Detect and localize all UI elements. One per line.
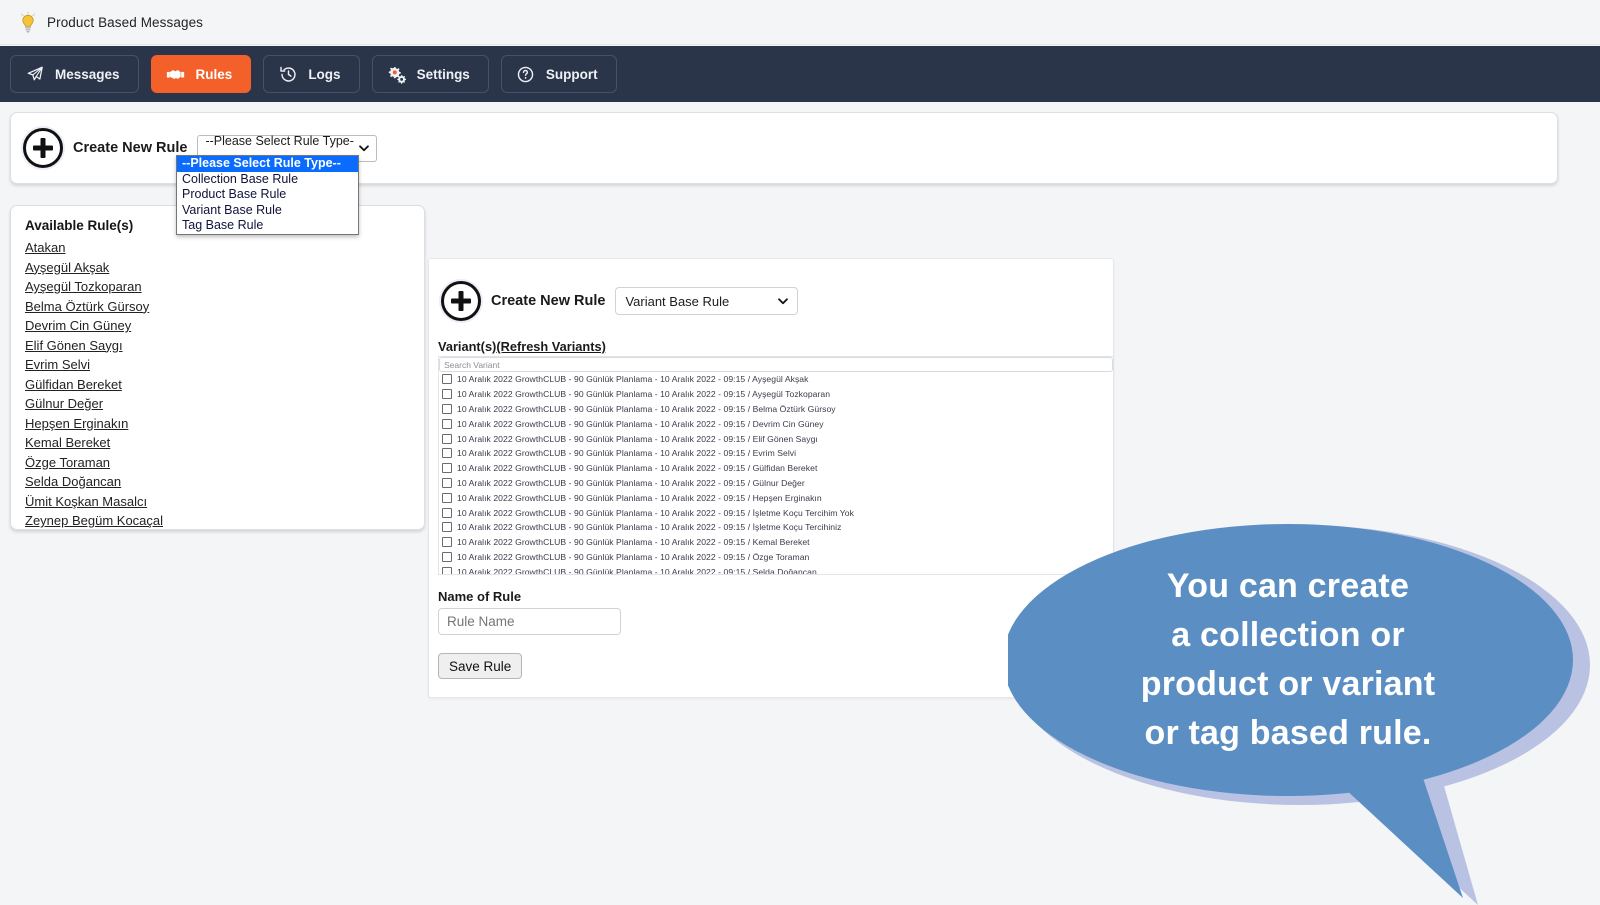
variant-label: 10 Aralık 2022 GrowthCLUB - 90 Günlük Pl… [457, 567, 817, 575]
variant-row[interactable]: 10 Aralık 2022 GrowthCLUB - 90 Günlük Pl… [439, 476, 1113, 491]
available-rule-link[interactable]: Ayşegül Akşak [25, 258, 109, 278]
handshake-icon [166, 64, 186, 84]
rule-type-option-list[interactable]: --Please Select Rule Type-- Collection B… [176, 155, 359, 235]
nav-item-label: Messages [55, 67, 120, 82]
variant-label: 10 Aralık 2022 GrowthCLUB - 90 Günlük Pl… [457, 463, 817, 473]
variant-label: 10 Aralık 2022 GrowthCLUB - 90 Günlük Pl… [457, 508, 854, 518]
available-rule-link[interactable]: Kemal Bereket [25, 433, 110, 453]
chevron-down-icon [777, 295, 789, 307]
variant-checkbox[interactable] [442, 463, 452, 473]
window-title: Product Based Messages [47, 15, 203, 30]
variant-label: 10 Aralık 2022 GrowthCLUB - 90 Günlük Pl… [457, 448, 796, 458]
variants-label: Variant(s) [438, 339, 496, 354]
variant-label: 10 Aralık 2022 GrowthCLUB - 90 Günlük Pl… [457, 404, 836, 414]
rule-type-option[interactable]: Tag Base Rule [177, 218, 358, 234]
rule-name-input[interactable] [438, 608, 621, 635]
variant-checkbox[interactable] [442, 493, 452, 503]
rule-type-option[interactable]: Variant Base Rule [177, 203, 358, 219]
available-rule-link[interactable]: Belma Öztürk Gürsoy [25, 297, 149, 317]
paper-plane-icon [25, 64, 45, 84]
gears-icon [387, 64, 407, 84]
variant-label: 10 Aralık 2022 GrowthCLUB - 90 Günlük Pl… [457, 419, 824, 429]
nav-item-rules[interactable]: Rules [151, 55, 252, 93]
available-rule-link[interactable]: Özge Toraman [25, 453, 110, 473]
variant-row[interactable]: 10 Aralık 2022 GrowthCLUB - 90 Günlük Pl… [439, 416, 1113, 431]
callout-bubble: You can create a collection or product o… [1008, 515, 1600, 905]
variant-label: 10 Aralık 2022 GrowthCLUB - 90 Günlük Pl… [457, 478, 805, 488]
question-circle-icon [516, 64, 536, 84]
variant-label: 10 Aralık 2022 GrowthCLUB - 90 Günlük Pl… [457, 493, 822, 503]
variant-row[interactable]: 10 Aralık 2022 GrowthCLUB - 90 Günlük Pl… [439, 431, 1113, 446]
available-rule-link[interactable]: Hepşen Erginakın [25, 414, 128, 434]
save-rule-button[interactable]: Save Rule [438, 653, 522, 679]
create-new-rule-label: Create New Rule [73, 140, 187, 156]
variant-label: 10 Aralık 2022 GrowthCLUB - 90 Günlük Pl… [457, 389, 830, 399]
nav-item-label: Support [546, 67, 598, 82]
rule-type-option[interactable]: Product Base Rule [177, 187, 358, 203]
window-title-bar: Product Based Messages [0, 0, 1600, 45]
available-rule-link[interactable]: Atakan [25, 238, 65, 258]
available-rules-panel: Available Rule(s) AtakanAyşegül AkşakAyş… [10, 205, 425, 530]
variant-checkbox[interactable] [442, 522, 452, 532]
nav-item-settings[interactable]: Settings [372, 55, 489, 93]
rule-type-select-main-value: Variant Base Rule [625, 294, 729, 309]
history-clock-icon [278, 64, 298, 84]
variant-row[interactable]: 10 Aralık 2022 GrowthCLUB - 90 Günlük Pl… [439, 402, 1113, 417]
variant-row[interactable]: 10 Aralık 2022 GrowthCLUB - 90 Günlük Pl… [439, 372, 1113, 387]
nav-item-label: Logs [308, 67, 340, 82]
variant-checkbox[interactable] [442, 478, 452, 488]
nav-item-messages[interactable]: Messages [10, 55, 139, 93]
nav-item-label: Settings [417, 67, 470, 82]
available-rule-link[interactable]: Selda Doğancan [25, 472, 121, 492]
available-rules-list: AtakanAyşegül AkşakAyşegül TozkoparanBel… [25, 238, 424, 531]
variant-checkbox[interactable] [442, 537, 452, 547]
available-rule-link[interactable]: Ayşegül Tozkoparan [25, 277, 142, 297]
available-rule-link[interactable]: Elif Gönen Saygı [25, 336, 123, 356]
variant-label: 10 Aralık 2022 GrowthCLUB - 90 Günlük Pl… [457, 434, 818, 444]
available-rule-link[interactable]: Ümit Koşkan Masalcı [25, 492, 147, 512]
main-navigation: Messages Rules Logs [0, 46, 1600, 102]
rule-type-option[interactable]: Collection Base Rule [177, 172, 358, 188]
plus-circle-icon[interactable] [23, 128, 63, 168]
rule-type-select-main[interactable]: Variant Base Rule [615, 287, 798, 315]
search-variant-input[interactable] [439, 357, 1113, 372]
available-rule-link[interactable]: Zeynep Begüm Kocaçal [25, 511, 163, 531]
variant-checkbox[interactable] [442, 434, 452, 444]
available-rule-link[interactable]: Gülnur Değer [25, 394, 103, 414]
variant-row[interactable]: 10 Aralık 2022 GrowthCLUB - 90 Günlük Pl… [439, 387, 1113, 402]
callout-bubble-shape [1008, 515, 1600, 905]
variant-checkbox[interactable] [442, 448, 452, 458]
available-rule-link[interactable]: Evrim Selvi [25, 355, 90, 375]
variant-checkbox[interactable] [442, 508, 452, 518]
variant-label: 10 Aralık 2022 GrowthCLUB - 90 Günlük Pl… [457, 374, 808, 384]
variant-checkbox[interactable] [442, 404, 452, 414]
lightbulb-icon [18, 11, 38, 33]
variant-checkbox[interactable] [442, 552, 452, 562]
variant-checkbox[interactable] [442, 567, 452, 575]
variant-checkbox[interactable] [442, 419, 452, 429]
variant-row[interactable]: 10 Aralık 2022 GrowthCLUB - 90 Günlük Pl… [439, 446, 1113, 461]
variants-label-row: Variant(s)(Refresh Variants) [429, 321, 1113, 356]
create-new-rule-label: Create New Rule [491, 293, 605, 309]
available-rule-link[interactable]: Gülfidan Bereket [25, 375, 122, 395]
variant-row[interactable]: 10 Aralık 2022 GrowthCLUB - 90 Günlük Pl… [439, 490, 1113, 505]
nav-item-label: Rules [196, 67, 233, 82]
variant-label: 10 Aralık 2022 GrowthCLUB - 90 Günlük Pl… [457, 522, 841, 532]
chevron-down-icon [358, 142, 370, 154]
plus-circle-icon[interactable] [441, 281, 481, 321]
refresh-variants-link[interactable]: (Refresh Variants) [496, 339, 606, 354]
variant-checkbox[interactable] [442, 374, 452, 384]
nav-item-logs[interactable]: Logs [263, 55, 359, 93]
variant-label: 10 Aralık 2022 GrowthCLUB - 90 Günlük Pl… [457, 537, 810, 547]
variant-checkbox[interactable] [442, 389, 452, 399]
variant-label: 10 Aralık 2022 GrowthCLUB - 90 Günlük Pl… [457, 552, 809, 562]
nav-item-support[interactable]: Support [501, 55, 617, 93]
available-rule-link[interactable]: Devrim Cin Güney [25, 316, 131, 336]
variant-row[interactable]: 10 Aralık 2022 GrowthCLUB - 90 Günlük Pl… [439, 461, 1113, 476]
rule-type-option[interactable]: --Please Select Rule Type-- [177, 156, 358, 172]
